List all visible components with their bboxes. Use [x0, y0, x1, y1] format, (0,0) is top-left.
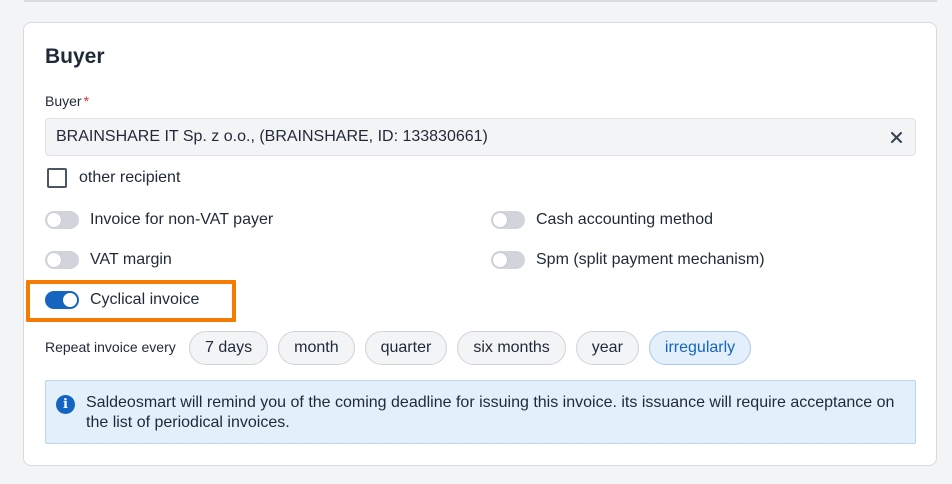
repeat-label: Repeat invoice every	[45, 339, 176, 355]
repeat-options: 7 days month quarter six months year irr…	[189, 331, 761, 365]
close-icon[interactable]	[887, 128, 905, 146]
toggle-cyclical-invoice[interactable]: Cyclical invoice	[45, 291, 199, 309]
buyer-card: Buyer Buyer * BRAINSHARE IT Sp. z o.o., (…	[23, 22, 937, 466]
repeat-option-quarter[interactable]: quarter	[364, 331, 448, 365]
toggle-label: Spm (split payment mechanism)	[536, 251, 765, 268]
toggle-switch[interactable]	[45, 211, 79, 229]
repeat-option-7-days[interactable]: 7 days	[189, 331, 269, 365]
other-recipient-checkbox[interactable]	[47, 168, 67, 188]
toggle-label: Invoice for non-VAT payer	[90, 211, 274, 228]
buyer-select-value: BRAINSHARE IT Sp. z o.o., (BRAINSHARE, I…	[56, 128, 488, 145]
other-recipient-row[interactable]: other recipient	[47, 168, 180, 188]
info-text: Saldeosmart will remind you of the comin…	[86, 394, 895, 431]
repeat-option-year[interactable]: year	[575, 331, 639, 365]
toggle-label: VAT margin	[90, 251, 172, 268]
buyer-label-text: Buyer	[45, 93, 82, 109]
toggle-knob	[493, 253, 507, 267]
info-icon: i	[56, 395, 75, 414]
toggle-switch[interactable]	[491, 211, 525, 229]
toggle-cash-accounting[interactable]: Cash accounting method	[491, 211, 713, 229]
repeat-option-irregularly[interactable]: irregularly	[648, 331, 752, 365]
toggle-knob	[47, 253, 61, 267]
info-message: i Saldeosmart will remind you of the com…	[45, 380, 916, 444]
toggle-switch[interactable]	[491, 251, 525, 269]
toggle-non-vat-payer[interactable]: Invoice for non-VAT payer	[45, 211, 273, 229]
toggle-split-payment[interactable]: Spm (split payment mechanism)	[491, 251, 765, 269]
toggle-label: Cyclical invoice	[90, 291, 200, 308]
toggle-switch[interactable]	[45, 291, 79, 309]
toggle-knob	[47, 213, 61, 227]
required-mark: *	[83, 93, 90, 109]
other-recipient-label: other recipient	[79, 169, 181, 186]
toggle-knob	[63, 293, 77, 307]
repeat-option-six-months[interactable]: six months	[457, 331, 566, 365]
toggle-label: Cash accounting method	[536, 211, 713, 228]
top-divider	[24, 0, 937, 2]
repeat-option-month[interactable]: month	[278, 331, 355, 365]
buyer-select[interactable]: BRAINSHARE IT Sp. z o.o., (BRAINSHARE, I…	[45, 118, 916, 156]
toggle-knob	[493, 213, 507, 227]
toggle-switch[interactable]	[45, 251, 79, 269]
section-title: Buyer	[45, 45, 105, 68]
buyer-field-label: Buyer *	[45, 93, 89, 109]
toggle-vat-margin[interactable]: VAT margin	[45, 251, 172, 269]
